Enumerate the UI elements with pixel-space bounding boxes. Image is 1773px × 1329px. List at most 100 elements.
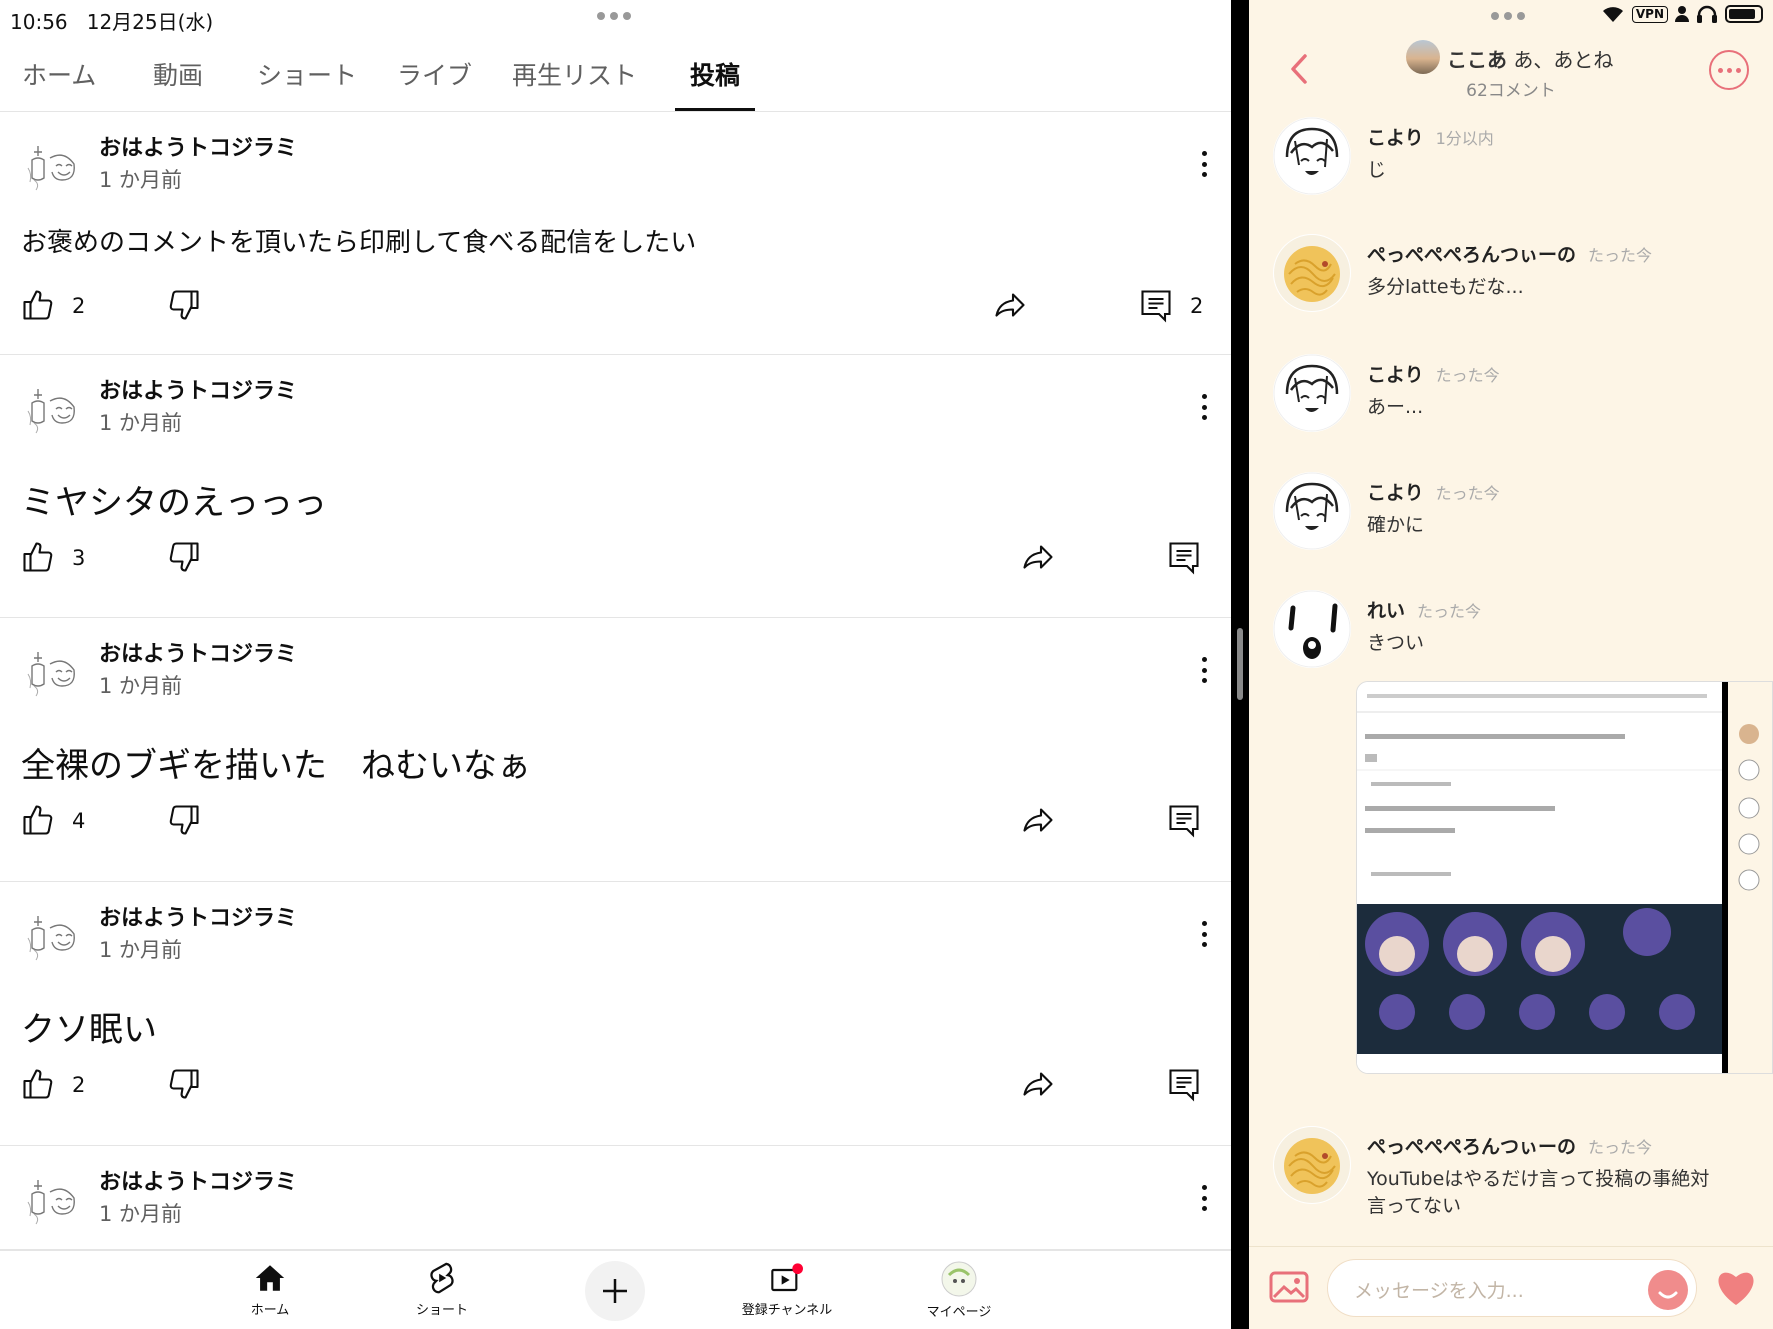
post-text: ミヤシタのえっっっ: [21, 483, 327, 523]
simple-face-avatar-icon: [1273, 590, 1351, 668]
message-text: YouTubeはやるだけ言って投稿の事絶対 言ってない: [1367, 1168, 1710, 1217]
share-icon[interactable]: [992, 287, 1028, 323]
post-text: 全裸のブギを描いた ねむいなぁ: [21, 746, 531, 786]
message-author: ぺっぺぺぺろんつぃーの たった今: [1367, 1136, 1653, 1158]
channel-avatar[interactable]: [22, 381, 80, 439]
chat-header: ここあ あ、あとね 62コメント: [1249, 36, 1773, 106]
message-input[interactable]: メッセージを入力...: [1327, 1259, 1697, 1317]
message-time: たった今: [1588, 246, 1653, 265]
more-options-button[interactable]: [1709, 50, 1749, 90]
tab-playlists[interactable]: 再生リスト: [512, 56, 637, 108]
post-menu-icon[interactable]: [1196, 1181, 1212, 1215]
nav-mypage-label: マイページ: [926, 1305, 992, 1320]
tab-live[interactable]: ライブ: [397, 56, 472, 108]
tab-videos[interactable]: 動画: [153, 56, 203, 108]
chat-message[interactable]: こより たった今 あー...: [1273, 354, 1753, 444]
nav-mypage[interactable]: マイページ: [899, 1261, 1019, 1320]
nav-shorts[interactable]: ショート: [382, 1261, 502, 1318]
emoji-icon[interactable]: [1648, 1270, 1688, 1310]
bottom-navigation: ホーム ショート 登録チャンネル マイページ: [0, 1250, 1231, 1329]
status-time: 10:56 12月25日(水): [10, 10, 214, 34]
message-text: きつい: [1367, 632, 1425, 654]
status-icons: VPN: [1601, 5, 1763, 23]
like-icon[interactable]: [20, 1066, 56, 1102]
channel-avatar[interactable]: [22, 644, 80, 702]
message-text: 多分latteもだな...: [1367, 276, 1524, 298]
dislike-icon[interactable]: [166, 287, 202, 323]
share-icon[interactable]: [1020, 1066, 1056, 1102]
heart-icon[interactable]: [1713, 1267, 1759, 1307]
tab-shorts[interactable]: ショート: [257, 56, 357, 108]
user-avatar[interactable]: [1273, 590, 1351, 668]
post-menu-icon[interactable]: [1196, 917, 1212, 951]
user-avatar[interactable]: [1273, 1126, 1351, 1204]
share-icon[interactable]: [1020, 539, 1056, 575]
comment-icon[interactable]: [1166, 1066, 1202, 1102]
nav-subscriptions[interactable]: 登録チャンネル: [727, 1261, 847, 1318]
like-icon[interactable]: [20, 539, 56, 575]
post-menu-icon[interactable]: [1196, 653, 1212, 687]
headphones-icon: [1697, 5, 1717, 23]
nav-subscriptions-label: 登録チャンネル: [741, 1303, 833, 1318]
dislike-icon[interactable]: [166, 1066, 202, 1102]
like-count: 2: [72, 294, 86, 318]
channel-name[interactable]: おはようトコジラミ: [99, 130, 297, 162]
message-author: れい たった今: [1367, 600, 1482, 622]
create-button[interactable]: [585, 1261, 645, 1321]
chat-message[interactable]: ぺっぺぺぺろんつぃーの たった今 YouTubeはやるだけ言って投稿の事絶対 言っ…: [1273, 1126, 1753, 1217]
screenshot-thumbnail: [1357, 682, 1772, 1073]
post-card: おはようトコジラミ 1 か月前 ミヤシタのえっっっ 3: [0, 355, 1231, 618]
wifi-icon: [1602, 7, 1623, 22]
post-time: 1 か月前: [99, 411, 183, 435]
share-icon[interactable]: [1020, 802, 1056, 838]
status-bar: 10:56 12月25日(水): [0, 0, 1231, 34]
split-view-handle[interactable]: [1237, 628, 1243, 700]
split-view-divider[interactable]: [1231, 0, 1249, 1329]
user-avatar[interactable]: [1273, 354, 1351, 432]
subscriptions-icon: [771, 1263, 803, 1292]
chat-message[interactable]: こより たった今 確かに: [1273, 472, 1753, 562]
room-title[interactable]: ここあ あ、あとね: [1447, 44, 1613, 73]
post-time: 1 か月前: [99, 674, 183, 698]
channel-name[interactable]: おはようトコジラミ: [99, 636, 297, 668]
multitasking-dots[interactable]: [1491, 12, 1525, 20]
post-text: クソ眠い: [21, 1010, 157, 1050]
comment-icon[interactable]: [1166, 802, 1202, 838]
channel-avatar[interactable]: [22, 138, 80, 196]
like-icon[interactable]: [20, 802, 56, 838]
dislike-icon[interactable]: [166, 539, 202, 575]
chat-message[interactable]: ぺっぺぺぺろんつぃーの たった今 多分latteもだな...: [1273, 234, 1753, 324]
shared-screenshot-image[interactable]: [1356, 681, 1773, 1074]
channel-avatar[interactable]: [22, 1172, 80, 1230]
nav-home[interactable]: ホーム: [210, 1261, 330, 1318]
message-time: 1分以内: [1435, 129, 1494, 148]
post-menu-icon[interactable]: [1196, 147, 1212, 181]
user-avatar[interactable]: [1273, 117, 1351, 195]
channel-name[interactable]: おはようトコジラミ: [99, 1164, 297, 1196]
post-menu-icon[interactable]: [1196, 390, 1212, 424]
like-count: 3: [72, 546, 86, 570]
channel-name[interactable]: おはようトコジラミ: [99, 373, 297, 405]
like-icon[interactable]: [20, 287, 56, 323]
post-card: おはようトコジラミ 1 か月前 クソ眠い 2: [0, 882, 1231, 1146]
channel-name[interactable]: おはようトコジラミ: [99, 900, 297, 932]
comment-icon[interactable]: [1166, 539, 1202, 575]
tab-home[interactable]: ホーム: [22, 56, 96, 108]
channel-avatar[interactable]: [22, 908, 80, 966]
message-author: ぺっぺぺぺろんつぃーの たった今: [1367, 244, 1653, 266]
tab-posts[interactable]: 投稿: [674, 56, 756, 111]
chat-message[interactable]: れい たった今 きつい: [1273, 590, 1753, 680]
user-avatar[interactable]: [1273, 234, 1351, 312]
chat-message[interactable]: こより 1分以内 じ: [1273, 117, 1753, 207]
multitasking-dots[interactable]: [597, 12, 631, 20]
post-time: 1 か月前: [99, 938, 183, 962]
user-avatar[interactable]: [1273, 472, 1351, 550]
message-text: あー...: [1367, 396, 1424, 418]
message-text: じ: [1367, 159, 1387, 181]
image-attach-icon[interactable]: [1269, 1271, 1309, 1303]
dislike-icon[interactable]: [166, 802, 202, 838]
nav-shorts-label: ショート: [415, 1303, 468, 1318]
comment-icon[interactable]: [1138, 287, 1174, 323]
vpn-badge: VPN: [1631, 5, 1668, 23]
chat-pane: VPN ここあ あ、あとね 62コメント こより 1分以内 じ ぺっぺぺぺろんつぃ…: [1249, 0, 1773, 1329]
